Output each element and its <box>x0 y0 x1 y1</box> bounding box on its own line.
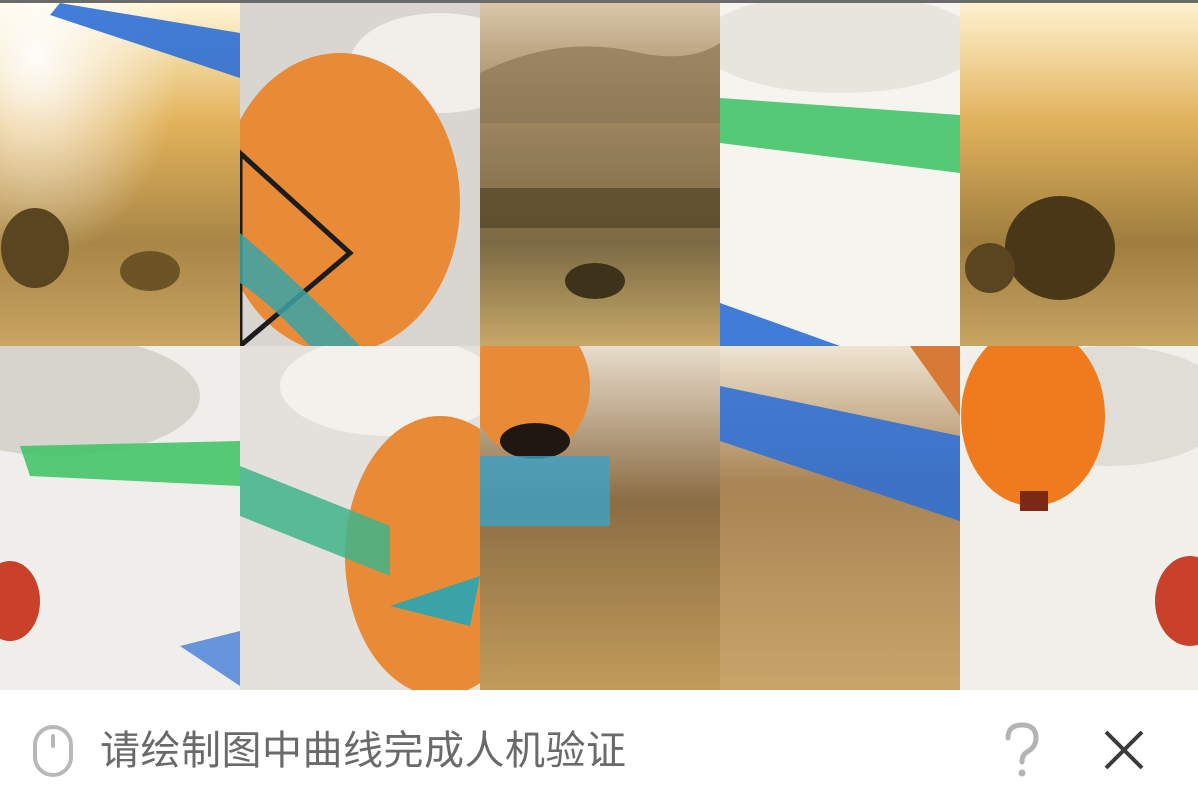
mouse-icon <box>32 724 74 778</box>
captcha-instruction: 请绘制图中曲线完成人机验证 <box>100 728 627 774</box>
image-tile-9[interactable] <box>720 346 960 690</box>
captcha-image-grid[interactable] <box>0 3 1198 690</box>
image-tile-4[interactable] <box>720 3 960 346</box>
image-tile-2[interactable] <box>240 3 480 346</box>
question-mark-icon[interactable] <box>998 720 1046 780</box>
image-tile-10[interactable] <box>960 346 1198 690</box>
image-tile-6[interactable] <box>0 346 240 690</box>
image-tile-1[interactable] <box>0 3 240 346</box>
close-icon[interactable] <box>1100 726 1148 774</box>
image-tile-3[interactable] <box>480 3 720 346</box>
captcha-dialog: 请绘制图中曲线完成人机验证 <box>0 0 1198 812</box>
image-tile-7[interactable] <box>240 346 480 690</box>
image-tile-8[interactable] <box>480 346 720 690</box>
image-tile-5[interactable] <box>960 3 1198 346</box>
